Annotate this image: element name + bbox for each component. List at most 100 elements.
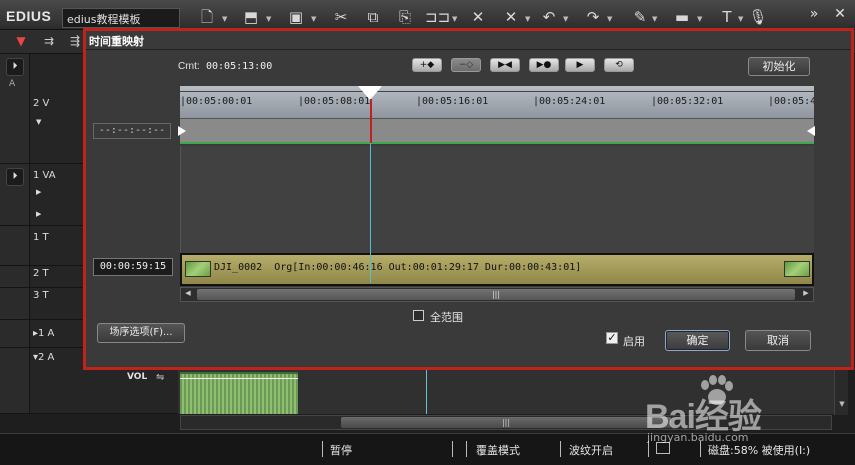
prev-keyframe-button[interactable]: ▶◀: [490, 58, 520, 72]
ruler-tick: |00:05:24:01: [533, 96, 606, 107]
track-label: 2 V: [33, 98, 50, 109]
time-ruler[interactable]: |00:05:00:01 |00:05:08:01 |00:05:16:01 |…: [180, 86, 814, 119]
redo-icon[interactable]: ↷: [582, 7, 604, 27]
keyframe-timecode: --:--:--:--: [93, 123, 171, 139]
copy-icon[interactable]: ⧉: [362, 7, 384, 27]
chevron-down-icon[interactable]: ▼: [311, 15, 319, 23]
divider: [560, 441, 561, 457]
scroll-thumb[interactable]: |||: [341, 417, 671, 428]
source-clip[interactable]: DJI_0002 Org[In:00:00:46:16 Out:00:01:29…: [180, 253, 814, 286]
loop-button[interactable]: ⟲: [604, 58, 634, 72]
status-ripple: 波纹开启: [569, 444, 613, 457]
field-order-button[interactable]: 场序选项(F)...: [97, 323, 185, 343]
delete-icon[interactable]: ✕: [467, 7, 489, 27]
chevron-down-icon[interactable]: ▼: [652, 15, 660, 23]
full-range-checkbox[interactable]: [413, 310, 424, 321]
close-icon[interactable]: ✕: [830, 6, 850, 22]
cursor-line: [370, 143, 371, 283]
save-icon[interactable]: ▣: [285, 7, 307, 27]
project-name-field[interactable]: edius教程模板: [62, 8, 180, 28]
new-project-icon[interactable]: 🗋: [196, 7, 218, 27]
divider: [86, 49, 851, 50]
ruler-tick: |00:05:4: [768, 96, 814, 107]
timeline-cursor: [426, 370, 427, 414]
sync-icon[interactable]: ⇉: [40, 34, 58, 50]
playhead-line: [370, 99, 372, 143]
timeline-hscrollbar[interactable]: |||: [180, 415, 832, 430]
vol-label: VOL: [127, 372, 148, 382]
clip-timecode: 00:00:59:15: [93, 258, 173, 276]
status-bar: 暂停 覆盖模式 波纹开启 磁盘:58% 被使用(I:): [0, 433, 855, 465]
track-toggle-icon[interactable]: ⏵: [6, 168, 24, 186]
chevron-down-icon[interactable]: ▼: [697, 15, 705, 23]
track-toggle-icon[interactable]: ⏵: [6, 58, 24, 76]
paste-icon[interactable]: ⎘: [394, 7, 416, 27]
header-label: A: [9, 79, 16, 89]
scroll-left-icon[interactable]: ◀: [182, 289, 194, 300]
next-keyframe-button[interactable]: ▶●: [529, 58, 559, 72]
chevron-down-icon[interactable]: ▼: [607, 15, 615, 23]
status-pause: 暂停: [330, 444, 352, 457]
collapse-icon[interactable]: ▼: [36, 118, 41, 126]
cut-icon[interactable]: ✂: [330, 7, 352, 27]
open-project-icon[interactable]: ⬒: [240, 7, 262, 27]
dialog-hscrollbar[interactable]: ◀ ||| ▶: [180, 287, 814, 302]
clip-thumbnail: [784, 261, 810, 277]
set-in-icon[interactable]: ▼: [12, 34, 30, 50]
title-icon[interactable]: T: [716, 7, 738, 27]
scroll-right-icon[interactable]: ▶: [800, 289, 812, 300]
scroll-thumb[interactable]: |||: [197, 289, 795, 300]
chevron-down-icon[interactable]: ▼: [452, 15, 460, 23]
initialize-button[interactable]: 初始化: [748, 57, 810, 76]
play-button[interactable]: ▶: [565, 58, 595, 72]
rubberband-icon[interactable]: ⇋: [156, 372, 164, 383]
full-range-label: 全范围: [430, 311, 463, 324]
expand-icon[interactable]: ▶: [36, 188, 41, 196]
ruler-tick: |00:05:00:01: [180, 96, 253, 107]
more-icon[interactable]: »: [804, 6, 824, 22]
divider: [466, 441, 467, 457]
chevron-down-icon[interactable]: ▼: [738, 15, 746, 23]
enable-checkbox[interactable]: ✓: [606, 332, 618, 344]
dialog-title: 时间重映射: [89, 35, 144, 48]
track-label: 3 T: [33, 290, 49, 301]
marker-icon[interactable]: ✎: [629, 7, 651, 27]
status-box-icon: [656, 442, 670, 454]
delete-keyframe-button[interactable]: −◇: [451, 58, 481, 72]
divider: [452, 441, 453, 457]
chevron-down-icon[interactable]: ▼: [222, 15, 230, 23]
app-title: EDIUS: [6, 8, 52, 24]
clip-thumbnail: [185, 261, 211, 277]
volume-rubberband[interactable]: [180, 378, 298, 379]
toggle-icon[interactable]: ▬: [671, 7, 693, 27]
track-label: ▸1 A: [33, 328, 55, 339]
add-keyframe-button[interactable]: +◆: [412, 58, 442, 72]
cancel-button[interactable]: 取消: [745, 330, 811, 351]
chevron-down-icon[interactable]: ▼: [525, 15, 533, 23]
keyframe-track[interactable]: [180, 119, 814, 144]
ok-button[interactable]: 确定: [665, 330, 730, 351]
replace-icon[interactable]: ⊐⊐: [425, 7, 450, 27]
remap-graph-area[interactable]: [180, 146, 814, 253]
track-label: 1 T: [33, 232, 49, 243]
status-overwrite: 覆盖模式: [476, 444, 520, 457]
track-icon[interactable]: ⇶: [66, 34, 84, 50]
scroll-down-icon[interactable]: ▼: [836, 400, 848, 412]
status-disk: 磁盘:58% 被使用(I:): [708, 444, 811, 457]
expand-icon[interactable]: ▶: [36, 210, 41, 218]
ruler-tick: |00:05:16:01: [416, 96, 489, 107]
track-label: 1 VA: [33, 170, 56, 181]
divider: [322, 441, 323, 457]
divider: [700, 441, 701, 457]
chevron-down-icon[interactable]: ▼: [266, 15, 274, 23]
time-remap-dialog: 时间重映射 Crnt: 00:05:13:00 +◆ −◇ ▶◀ ▶● ▶ ⟲ …: [83, 28, 854, 370]
clip-info: Org[In:00:00:46:16 Out:00:01:29:17 Dur:0…: [274, 262, 582, 273]
ripple-delete-icon[interactable]: ✕: [500, 7, 522, 27]
mic-icon[interactable]: 🎙: [747, 7, 769, 27]
chevron-down-icon[interactable]: ▼: [563, 15, 571, 23]
top-toolbar: EDIUS edius教程模板 🗋 ▼ ⬒ ▼ ▣ ▼ ✂ ⧉ ⎘ ⊐⊐ ▼ ✕…: [0, 0, 855, 30]
clip-label: DJI_0002 Org[In:00:00:46:16 Out:00:01:29…: [214, 262, 581, 273]
playhead-icon[interactable]: [358, 86, 382, 100]
ruler-tick: |00:05:32:01: [651, 96, 724, 107]
undo-icon[interactable]: ↶: [538, 7, 560, 27]
